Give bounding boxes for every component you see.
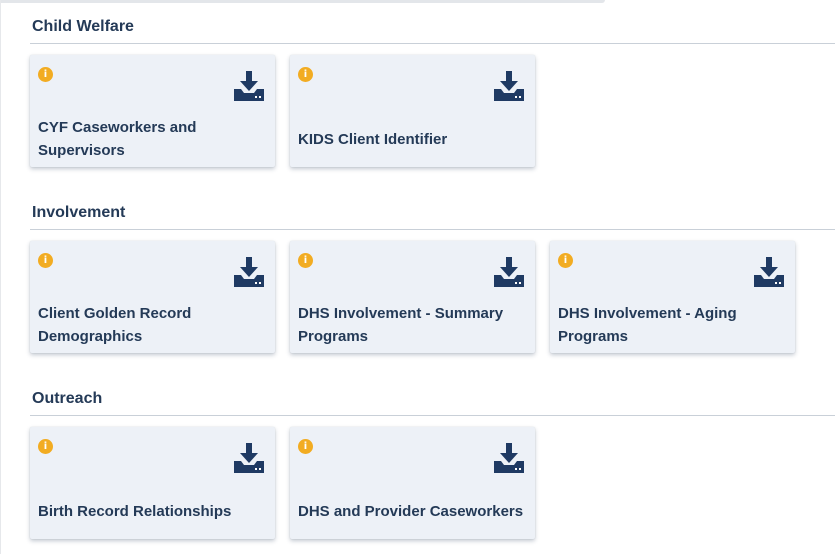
dataset-card[interactable]: i CYF Caseworkers and Supervisors [30,55,275,167]
download-icon[interactable] [233,441,265,475]
download-icon[interactable] [233,69,265,103]
card-grid: i Birth Record Relationships i DHS and P… [30,427,835,541]
download-icon[interactable] [493,255,525,289]
dataset-card[interactable]: i Client Golden Record Demographics [30,241,275,353]
info-icon[interactable]: i [38,253,53,268]
section-child-welfare: Child Welfare i CYF Caseworkers and Supe… [30,16,835,169]
info-icon[interactable]: i [298,253,313,268]
download-icon[interactable] [753,255,785,289]
info-icon[interactable]: i [38,439,53,454]
dataset-card-label: Birth Record Relationships [38,502,232,520]
dataset-card-label: CYF Caseworkers and Supervisors [38,119,197,159]
dataset-card-label: Client Golden Record Demographics [38,305,192,345]
section-divider [30,415,835,416]
dataset-card[interactable]: i DHS Involvement - Summary Programs [290,241,535,353]
info-icon[interactable]: i [558,253,573,268]
section-divider [30,43,835,44]
card-grid: i CYF Caseworkers and Supervisors i KIDS… [30,55,835,169]
dataset-card-label: DHS and Provider Caseworkers [298,502,524,520]
section-title: Child Welfare [32,18,134,35]
info-icon[interactable]: i [298,439,313,454]
info-icon[interactable]: i [298,67,313,82]
dataset-card-label: DHS Involvement - Aging Programs [558,305,737,345]
dataset-card[interactable]: i DHS Involvement - Aging Programs [550,241,795,353]
section-title: Involvement [32,204,126,221]
left-divider [0,0,1,554]
section-title: Outreach [32,390,103,407]
dataset-card[interactable]: i DHS and Provider Caseworkers [290,427,535,539]
section-divider [30,229,835,230]
download-icon[interactable] [233,255,265,289]
section-outreach: Outreach i Birth Record Relationships i [30,388,835,541]
download-icon[interactable] [493,441,525,475]
section-involvement: Involvement i Client Golden Record Demog… [30,202,835,355]
dataset-card-label: DHS Involvement - Summary Programs [298,305,504,345]
card-grid: i Client Golden Record Demographics i DH… [30,241,835,355]
dataset-card[interactable]: i Birth Record Relationships [30,427,275,539]
dataset-card-label: KIDS Client Identifier [298,130,448,148]
info-icon[interactable]: i [38,67,53,82]
top-divider [0,0,605,3]
dataset-catalog-page: Child Welfare i CYF Caseworkers and Supe… [0,0,835,554]
download-icon[interactable] [493,69,525,103]
dataset-card[interactable]: i KIDS Client Identifier [290,55,535,167]
